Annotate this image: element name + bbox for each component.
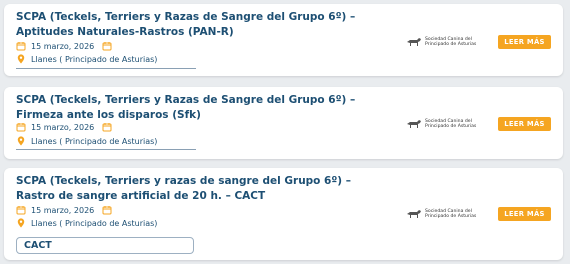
calendar-icon	[102, 122, 112, 132]
organizer-line2: Principado de Asturias	[425, 214, 477, 219]
map-pin-icon	[16, 218, 26, 228]
category-tag[interactable]: CACT	[16, 237, 194, 254]
map-pin-icon	[16, 136, 26, 146]
dog-logo-icon	[406, 118, 422, 130]
organizer-line1: Sociedad Canina del	[425, 118, 472, 124]
divider	[16, 68, 196, 69]
organizer: Sociedad Canina del Principado de Asturi…	[406, 208, 476, 220]
event-location-row: Llanes ( Principado de Asturias)	[16, 136, 157, 146]
organizer-line2: Principado de Asturias	[425, 124, 477, 129]
map-pin-icon	[16, 54, 26, 64]
event-date-row: 15 marzo, 2026	[16, 122, 117, 132]
event-title[interactable]: SCPA (Teckels, Terriers y Razas de Sangr…	[16, 93, 376, 122]
dog-logo-icon	[406, 36, 422, 48]
divider	[16, 149, 196, 150]
organizer-line1: Sociedad Canina del	[425, 36, 472, 42]
event-location: Llanes ( Principado de Asturias)	[31, 136, 158, 146]
event-card: SCPA (Teckels, Terriers y Razas de Sangr…	[4, 87, 563, 159]
event-card: SCPA (Teckels, Terriers y razas de sangr…	[4, 168, 563, 260]
event-date: 15 marzo, 2026	[31, 41, 95, 51]
event-title[interactable]: SCPA (Teckels, Terriers y Razas de Sangr…	[16, 10, 376, 39]
dog-logo-icon	[406, 208, 422, 220]
event-location-row: Llanes ( Principado de Asturias)	[16, 218, 157, 228]
organizer: Sociedad Canina del Principado de Asturi…	[406, 36, 476, 48]
organizer-line2: Principado de Asturias	[425, 42, 477, 47]
calendar-icon	[102, 205, 112, 215]
read-more-button[interactable]: LEER MÁS	[498, 117, 551, 131]
organizer-line1: Sociedad Canina del	[425, 208, 472, 214]
event-date-row: 15 marzo, 2026	[16, 205, 117, 215]
event-location-row: Llanes ( Principado de Asturias)	[16, 54, 157, 64]
event-date: 15 marzo, 2026	[31, 205, 95, 215]
read-more-button[interactable]: LEER MÁS	[498, 207, 551, 221]
read-more-button[interactable]: LEER MÁS	[498, 35, 551, 49]
event-date: 15 marzo, 2026	[31, 122, 95, 132]
event-location: Llanes ( Principado de Asturias)	[31, 54, 158, 64]
event-location: Llanes ( Principado de Asturias)	[31, 218, 158, 228]
calendar-icon	[16, 41, 26, 51]
event-card: SCPA (Teckels, Terriers y Razas de Sangr…	[4, 4, 563, 76]
event-date-row: 15 marzo, 2026	[16, 41, 117, 51]
calendar-icon	[16, 205, 26, 215]
organizer: Sociedad Canina del Principado de Asturi…	[406, 118, 476, 130]
calendar-icon	[102, 41, 112, 51]
calendar-icon	[16, 122, 26, 132]
event-title[interactable]: SCPA (Teckels, Terriers y razas de sangr…	[16, 174, 376, 203]
